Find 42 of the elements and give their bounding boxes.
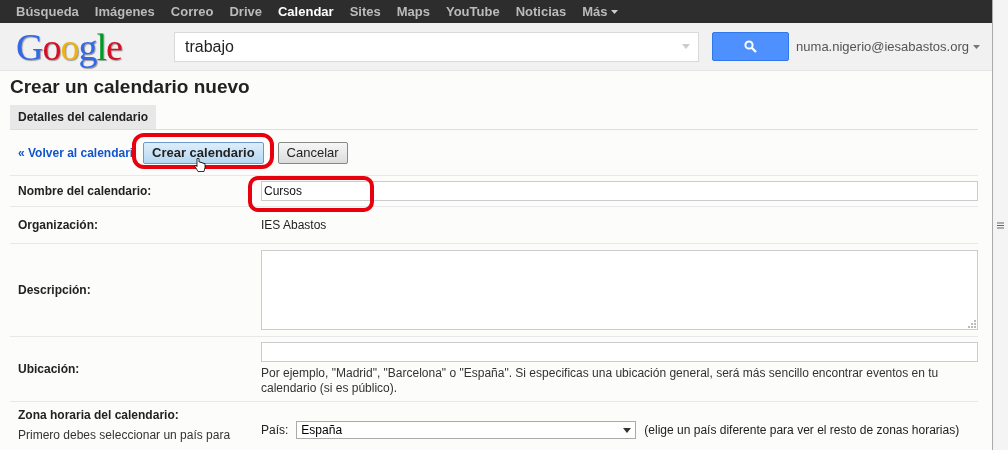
field-label: Nombre del calendario: xyxy=(18,184,153,198)
hand-cursor-icon xyxy=(194,157,206,173)
input-field[interactable]: Cursos xyxy=(261,181,978,201)
search-field[interactable]: trabajo xyxy=(174,31,699,62)
caret-icon xyxy=(610,9,618,14)
field-value: IES Abastos xyxy=(261,218,328,232)
resize-grip-icon xyxy=(967,319,976,328)
field-help-text: Primero debes seleccionar un país para xyxy=(18,428,232,442)
nav-link[interactable]: Noticias xyxy=(507,4,575,19)
input-field[interactable] xyxy=(261,342,978,362)
field-hint: Por ejemplo, "Madrid", "Barcelona" o "España". Si especificas una ubicación general, será más sencillo encontrar eventos en tu calendario (si es público). xyxy=(261,366,940,396)
field-label: Zona horaria del calendario: xyxy=(18,408,180,422)
tab[interactable]: Detalles del calendario xyxy=(10,105,157,129)
cancel-button[interactable]: Cancelar xyxy=(277,141,348,164)
scrollbar[interactable] xyxy=(992,0,1008,450)
nav-link[interactable]: YouTube xyxy=(437,4,508,19)
nav-link[interactable]: Sites xyxy=(341,4,389,19)
field-label: Organización: xyxy=(18,218,99,232)
create-button[interactable]: Crear calendario xyxy=(143,141,264,164)
nav-link[interactable]: Calendar xyxy=(270,4,342,19)
search-icon xyxy=(744,40,757,53)
text-area[interactable] xyxy=(261,250,978,330)
dropdown-arrow-icon xyxy=(623,427,632,433)
dropdown-arrow-icon xyxy=(682,44,690,49)
more-menu[interactable]: Más xyxy=(574,4,626,19)
country-dropdown[interactable]: España xyxy=(296,421,637,439)
scroll-grip-icon xyxy=(997,221,1004,229)
search-button[interactable] xyxy=(712,32,789,61)
field-note: (elige un país diferente para ver el resto de zonas horarias) xyxy=(644,423,960,437)
nav-link[interactable]: Maps xyxy=(388,4,438,19)
nav-link[interactable]: Búsqueda xyxy=(8,4,87,19)
field-label: Descripción: xyxy=(18,283,92,297)
back-link[interactable]: « Volver al calendari xyxy=(18,145,143,160)
nav-link[interactable]: Correo xyxy=(162,4,222,19)
field-label: País: xyxy=(261,423,289,437)
page-title: Crear un calendario nuevo xyxy=(10,75,251,99)
caret-icon xyxy=(973,44,980,49)
account-menu[interactable]: numa.nigerio@iesabastos.org xyxy=(796,39,980,54)
logo: Google xyxy=(16,24,123,69)
nav-link[interactable]: Imágenes xyxy=(86,4,163,19)
nav-link[interactable]: Drive xyxy=(221,4,270,19)
field-label: Ubicación: xyxy=(18,362,81,376)
